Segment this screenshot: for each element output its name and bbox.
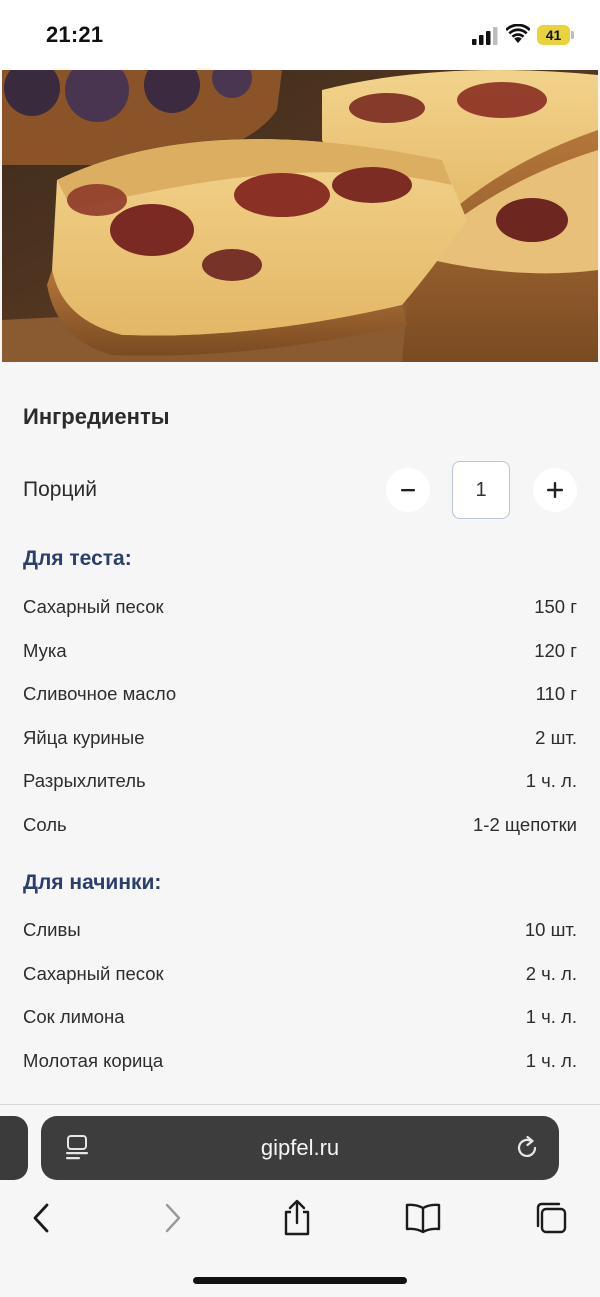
battery-level: 41 bbox=[545, 27, 562, 43]
plus-icon bbox=[547, 482, 563, 498]
ingredient-name: Сок лимона bbox=[23, 1006, 125, 1027]
plum-cake-image bbox=[2, 70, 598, 362]
previous-tab-preview[interactable] bbox=[0, 1116, 28, 1180]
bookmarks-icon bbox=[405, 1203, 441, 1234]
ingredient-amount: 1 ч. л. bbox=[525, 1006, 577, 1027]
ingredient-row: Сливочное масло 110 г bbox=[23, 683, 577, 709]
cellular-signal-icon bbox=[472, 27, 498, 45]
ingredient-row: Сок лимона 1 ч. л. bbox=[23, 1006, 577, 1032]
ingredient-group-title: Для теста: bbox=[23, 547, 132, 570]
ingredient-amount: 1 ч. л. bbox=[525, 770, 577, 791]
status-time: 21:21 bbox=[46, 22, 104, 47]
ingredient-amount: 110 г bbox=[535, 683, 577, 704]
reload-icon[interactable] bbox=[513, 1134, 541, 1162]
servings-label: Порций bbox=[23, 478, 97, 501]
back-icon bbox=[33, 1203, 49, 1233]
wifi-icon bbox=[506, 24, 530, 43]
ingredient-row: Мука 120 г bbox=[23, 640, 577, 666]
increase-servings-button[interactable] bbox=[533, 468, 577, 512]
ingredient-name: Сахарный песок bbox=[23, 963, 164, 984]
ingredient-name: Молотая корица bbox=[23, 1050, 164, 1071]
status-bar: 21:21 41 bbox=[0, 0, 600, 70]
ingredient-row: Сахарный песок 2 ч. л. bbox=[23, 963, 577, 989]
ingredient-amount: 1 ч. л. bbox=[525, 1050, 577, 1071]
servings-input[interactable]: 1 bbox=[452, 461, 510, 519]
tabs-button[interactable] bbox=[529, 1196, 573, 1240]
ingredient-amount: 2 ч. л. bbox=[525, 963, 577, 984]
bookmarks-button[interactable] bbox=[401, 1196, 445, 1240]
ingredient-amount: 120 г bbox=[534, 640, 577, 661]
ingredient-row: Молотая корица 1 ч. л. bbox=[23, 1050, 577, 1076]
decrease-servings-button[interactable] bbox=[386, 468, 430, 512]
ingredient-amount: 1-2 щепотки bbox=[473, 814, 577, 835]
ingredient-amount: 150 г bbox=[534, 596, 577, 617]
ingredient-name: Разрыхлитель bbox=[23, 770, 146, 791]
tabs-icon bbox=[536, 1202, 567, 1234]
forward-icon bbox=[165, 1203, 181, 1233]
ingredient-name: Сливочное масло bbox=[23, 683, 177, 704]
forward-button[interactable] bbox=[150, 1196, 194, 1240]
share-button[interactable] bbox=[275, 1196, 319, 1240]
ingredient-amount: 10 шт. bbox=[524, 919, 577, 940]
ingredient-row: Сливы 10 шт. bbox=[23, 919, 577, 945]
address-bar[interactable]: gipfel.ru bbox=[41, 1116, 559, 1180]
ingredient-name: Яйца куриные bbox=[23, 727, 145, 748]
ingredients-heading: Ингредиенты bbox=[23, 404, 170, 429]
ingredient-name: Сахарный песок bbox=[23, 596, 164, 617]
ingredient-name: Соль bbox=[23, 814, 67, 835]
ingredient-amount: 2 шт. bbox=[535, 727, 577, 748]
minus-icon bbox=[401, 489, 415, 492]
ingredient-row: Яйца куриные 2 шт. bbox=[23, 727, 577, 753]
home-indicator[interactable] bbox=[193, 1277, 407, 1284]
ingredient-group-title: Для начинки: bbox=[23, 871, 162, 894]
recipe-photo bbox=[2, 70, 598, 362]
ingredient-row: Сахарный песок 150 г bbox=[23, 596, 577, 622]
ingredient-name: Мука bbox=[23, 640, 67, 661]
battery-indicator: 41 bbox=[537, 25, 575, 45]
address-url: gipfel.ru bbox=[260, 1135, 340, 1160]
share-icon bbox=[284, 1199, 310, 1236]
ingredient-name: Сливы bbox=[23, 919, 81, 940]
back-button[interactable] bbox=[20, 1196, 64, 1240]
ingredient-row: Разрыхлитель 1 ч. л. bbox=[23, 770, 577, 796]
ingredient-row: Соль 1-2 щепотки bbox=[23, 814, 577, 840]
